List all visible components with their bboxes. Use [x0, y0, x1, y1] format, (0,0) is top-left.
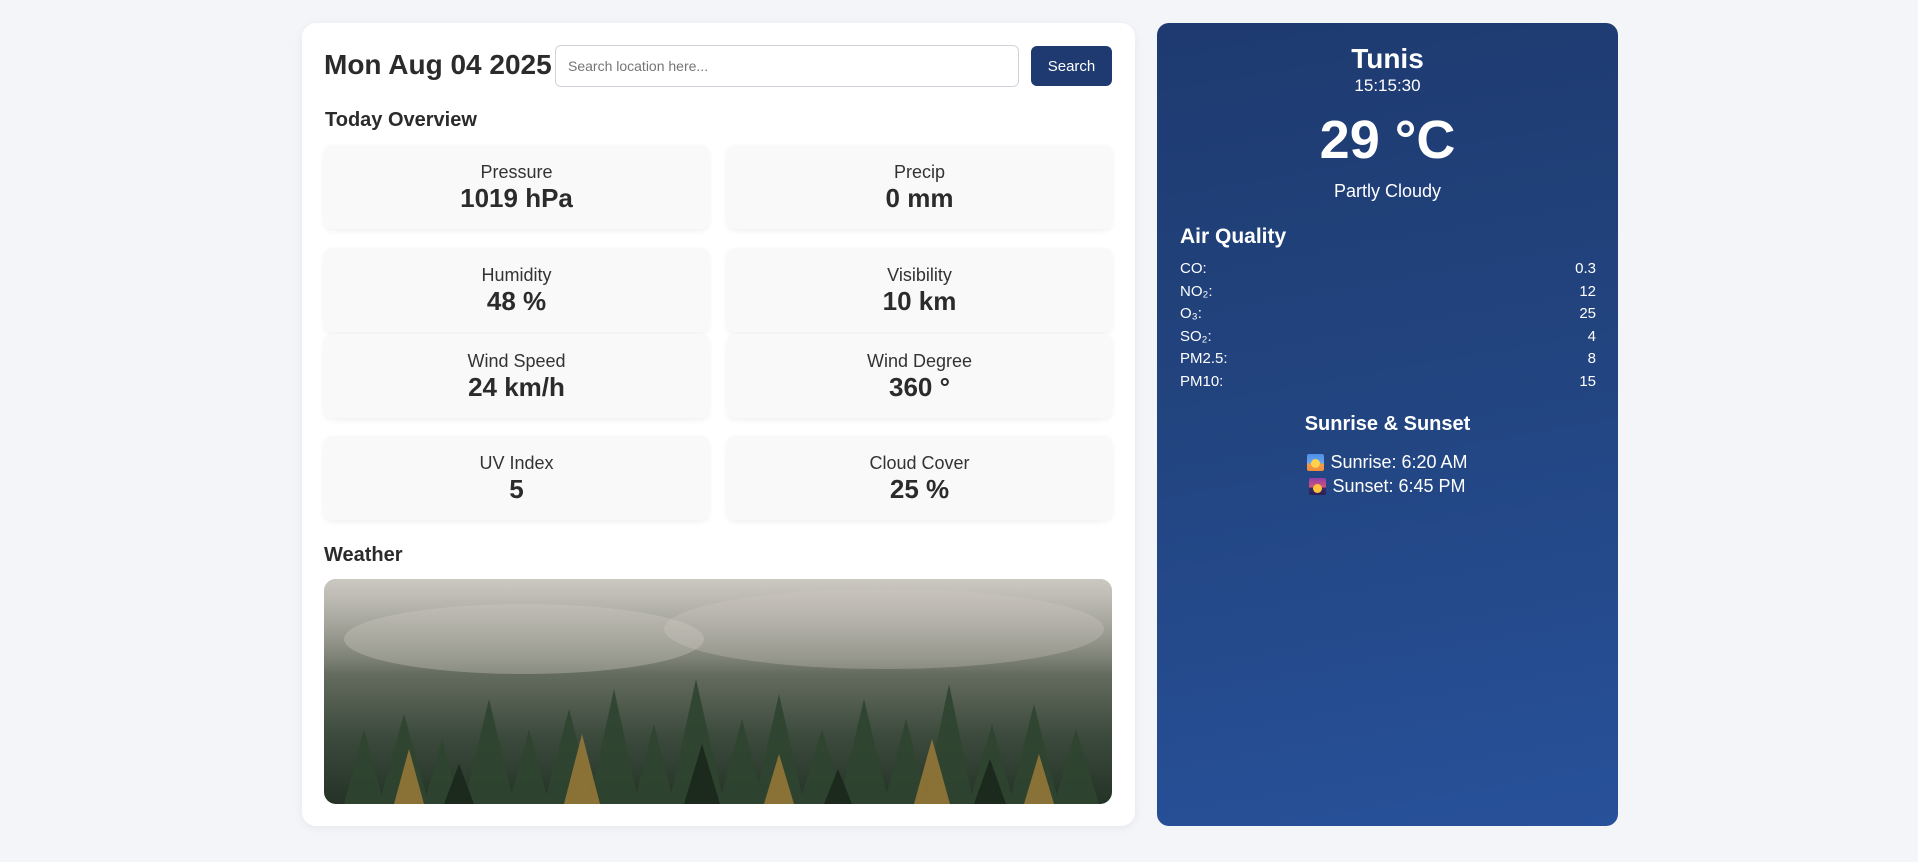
metric-value: 24 km/h [468, 372, 565, 402]
air-quality-row: PM2.5: 8 [1180, 348, 1596, 371]
metric-label: Wind Speed [467, 351, 566, 371]
overview-card: Mon Aug 04 2025 Search Today Overview Pr… [302, 23, 1135, 826]
aq-label: SO₂: [1180, 327, 1212, 345]
metric-value: 5 [509, 474, 524, 504]
aq-value: 0.3 [1575, 260, 1596, 277]
aq-value: 12 [1579, 282, 1596, 300]
air-quality-row: NO₂: 12 [1180, 281, 1596, 304]
sunrise-row: Sunrise: 6:20 AM [1157, 450, 1618, 474]
metric-card-wind-speed: Wind Speed 24 km/h [324, 334, 709, 418]
sunset-row: Sunset: 6:45 PM [1157, 474, 1618, 498]
sunrise-sunset-list: Sunrise: 6:20 AM Sunset: 6:45 PM [1157, 450, 1618, 498]
city-name: Tunis [1351, 43, 1424, 74]
sunset-icon [1309, 477, 1327, 495]
aq-label: O₃: [1180, 305, 1202, 322]
aq-value: 25 [1579, 305, 1596, 322]
metric-label: Precip [893, 162, 946, 182]
aq-label: PM2.5: [1180, 350, 1228, 367]
weather-condition: Partly Cloudy [1333, 181, 1442, 201]
air-quality-row: PM10: 15 [1180, 371, 1596, 394]
metric-card-uv-index: UV Index 5 [324, 436, 709, 520]
temperature: 29 °C [1319, 110, 1456, 170]
sunrise-text: Sunrise: 6:20 AM [1330, 452, 1468, 472]
weather-image [324, 579, 1112, 804]
aq-value: 4 [1587, 327, 1596, 345]
metric-value: 10 km [882, 286, 957, 316]
metric-card-pressure: Pressure 1019 hPa [324, 145, 709, 229]
air-quality-title: Air Quality [1180, 225, 1287, 248]
metric-card-cloud-cover: Cloud Cover 25 % [727, 436, 1112, 520]
today-overview-title: Today Overview [325, 109, 477, 131]
search-input[interactable] [555, 45, 1019, 87]
metric-card-precip: Precip 0 mm [727, 145, 1112, 229]
metric-card-humidity: Humidity 48 % [324, 248, 709, 332]
metric-label: Visibility [887, 265, 952, 285]
air-quality-row: SO₂: 4 [1180, 326, 1596, 349]
current-weather-panel: Tunis 15:15:30 29 °C Partly Cloudy Air Q… [1157, 23, 1618, 826]
metric-value: 1019 hPa [460, 183, 573, 213]
metric-label: Humidity [481, 265, 552, 285]
sunset-text: Sunset: 6:45 PM [1332, 476, 1466, 496]
metric-value: 25 % [889, 474, 950, 504]
search-button[interactable]: Search [1031, 46, 1112, 86]
weather-section-title: Weather [324, 544, 403, 566]
metric-card-wind-degree: Wind Degree 360 ° [727, 334, 1112, 418]
metric-label: Pressure [480, 162, 553, 182]
aq-value: 8 [1587, 350, 1596, 367]
metric-label: Cloud Cover [869, 453, 970, 473]
aq-value: 15 [1579, 372, 1596, 390]
metric-value: 360 ° [888, 372, 950, 402]
air-quality-row: O₃: 25 [1180, 303, 1596, 326]
misty-forest-image [324, 579, 1112, 804]
sunrise-sunset-title: Sunrise & Sunset [1304, 413, 1471, 435]
aq-label: NO₂: [1180, 282, 1213, 300]
metric-label: Wind Degree [866, 351, 973, 371]
air-quality-row: CO: 0.3 [1180, 258, 1596, 281]
current-date: Mon Aug 04 2025 [324, 49, 552, 80]
aq-label: PM10: [1180, 372, 1224, 390]
air-quality-list: CO: 0.3 NO₂: 12 O₃: 25 SO₂: 4 PM2.5: 8 P… [1180, 258, 1596, 393]
metric-card-visibility: Visibility 10 km [727, 248, 1112, 332]
current-time: 15:15:30 [1354, 76, 1421, 95]
sunrise-icon [1307, 453, 1325, 471]
metric-value: 48 % [486, 286, 547, 316]
metric-value: 0 mm [885, 183, 954, 213]
aq-label: CO: [1180, 260, 1207, 277]
metric-label: UV Index [479, 453, 554, 473]
